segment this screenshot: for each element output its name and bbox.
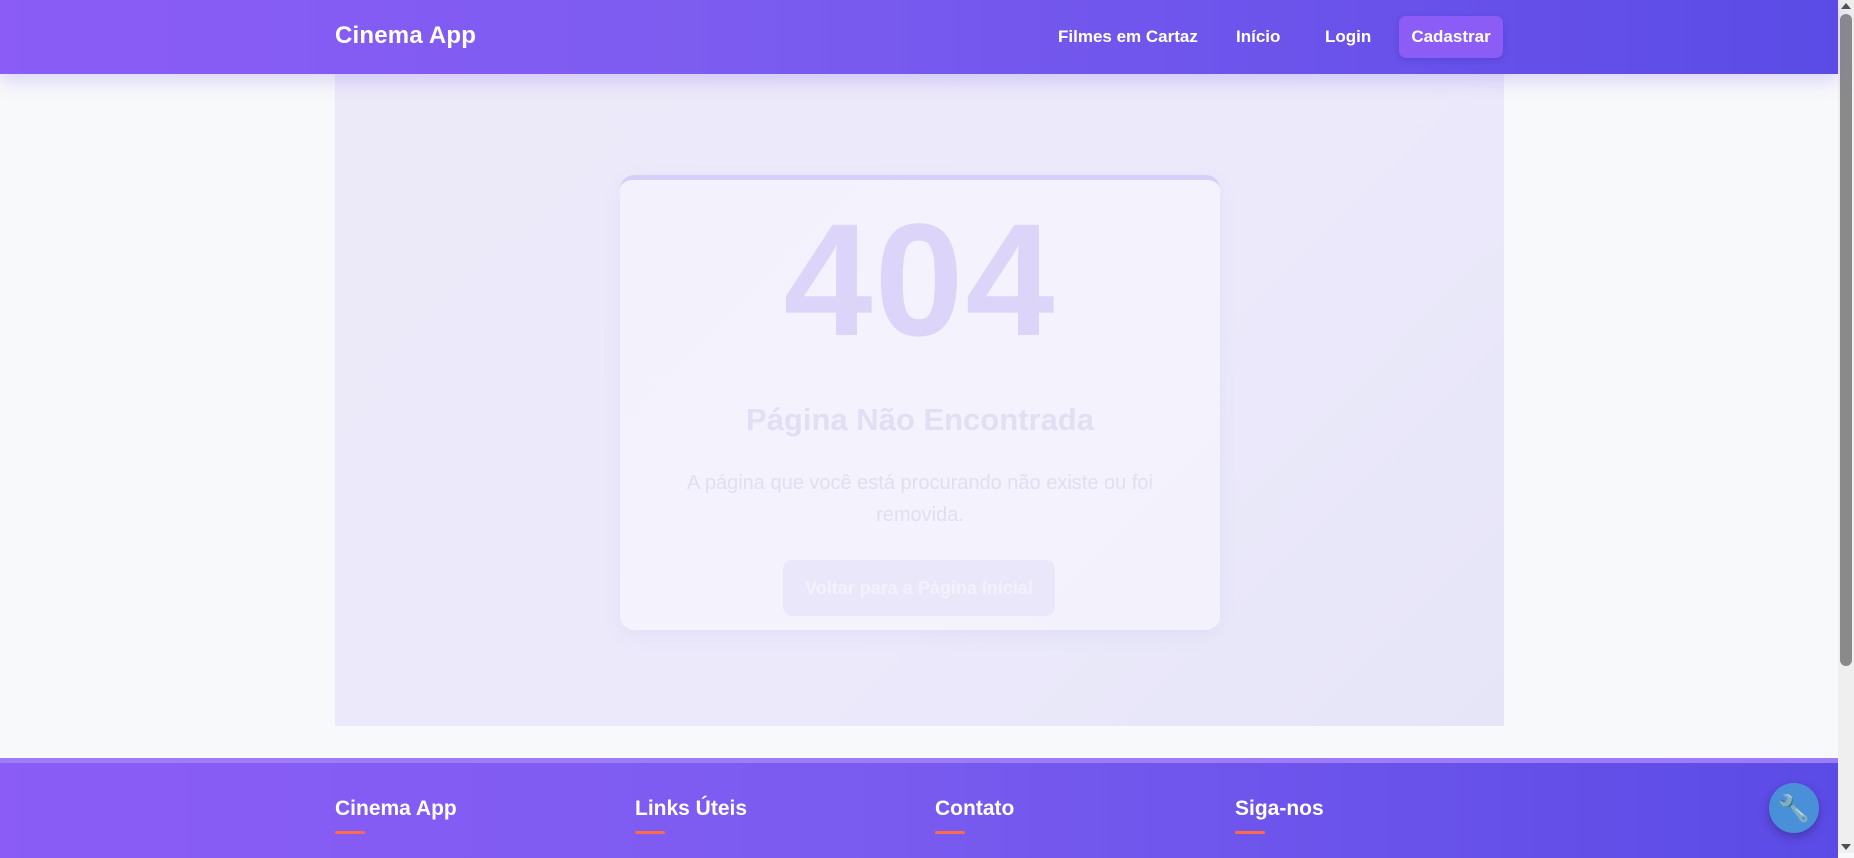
back-home-button[interactable]: Voltar para a Página Inicial <box>783 560 1055 616</box>
footer: Cinema App Links Úteis Contato Siga-nos <box>0 758 1838 858</box>
vertical-scrollbar[interactable] <box>1838 0 1854 853</box>
nav-link-login[interactable]: Login <box>1325 16 1371 58</box>
footer-column-contato: Contato <box>935 797 1014 834</box>
footer-column-cinema-app: Cinema App <box>335 797 457 834</box>
footer-heading-underline <box>935 831 965 834</box>
wrench-icon[interactable]: 🔧 <box>1769 783 1819 833</box>
footer-heading: Siga-nos <box>1235 797 1324 820</box>
footer-heading-underline <box>335 831 365 834</box>
nav-links: Filmes em Cartaz Início Login Cadastrar <box>0 16 1838 58</box>
footer-column-siga-nos: Siga-nos <box>1235 797 1324 834</box>
footer-heading: Links Úteis <box>635 797 748 820</box>
not-found-card: 404 Página Não Encontrada A página que v… <box>620 175 1220 630</box>
error-description: A página que você está procurando não ex… <box>687 472 1153 526</box>
scrollbar-thumb[interactable] <box>1840 14 1852 666</box>
error-title: Página Não Encontrada <box>746 402 1094 437</box>
nav-link-filmes-em-cartaz[interactable]: Filmes em Cartaz <box>1058 16 1198 58</box>
nav-link-inicio[interactable]: Início <box>1236 16 1280 58</box>
top-navbar: Cinema App Filmes em Cartaz Início Login… <box>0 0 1838 74</box>
footer-heading: Cinema App <box>335 797 457 820</box>
footer-column-links: Links Úteis <box>635 797 747 834</box>
footer-heading-underline <box>1235 831 1265 834</box>
scroll-up-icon[interactable] <box>1841 3 1851 9</box>
signup-button[interactable]: Cadastrar <box>1399 16 1503 58</box>
footer-heading-underline <box>635 831 665 834</box>
error-code: 404 <box>783 190 1057 369</box>
footer-heading: Contato <box>935 797 1015 820</box>
scroll-down-icon[interactable] <box>1841 844 1851 850</box>
